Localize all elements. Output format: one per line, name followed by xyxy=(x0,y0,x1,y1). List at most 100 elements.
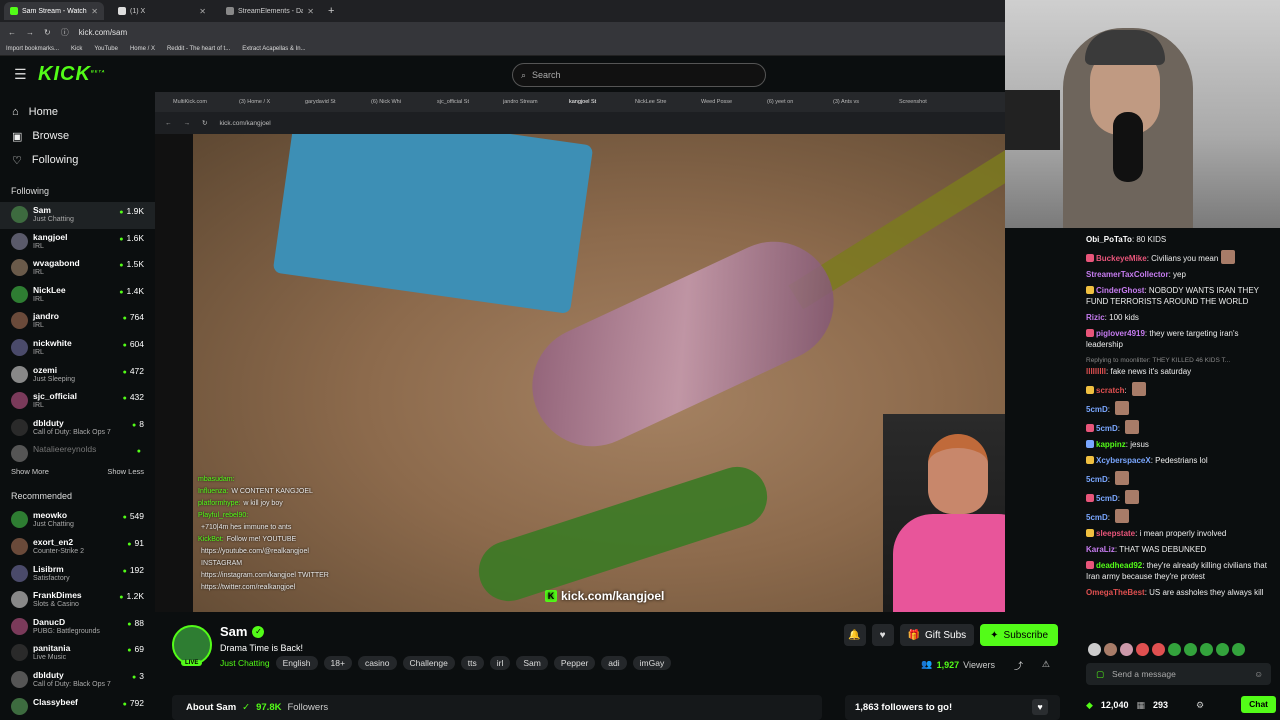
chat-username[interactable]: XcyberspaceX xyxy=(1096,456,1151,465)
bookmark[interactable]: Home / X xyxy=(130,46,155,52)
bookmark[interactable]: Import bookmarks... xyxy=(6,46,59,52)
show-more-button[interactable]: Show More xyxy=(11,467,49,481)
quick-emote[interactable] xyxy=(1200,643,1213,656)
tag-pill[interactable]: 18+ xyxy=(323,656,352,670)
tag-pill[interactable]: adi xyxy=(601,656,627,670)
sidebar-channel[interactable]: dbldut​yCall of Duty: Black Ops 78 xyxy=(0,415,155,442)
site-info-icon[interactable]: ⓘ xyxy=(61,27,69,38)
new-tab-icon[interactable]: + xyxy=(328,5,334,17)
tag-pill[interactable]: irl xyxy=(489,656,511,670)
url-text[interactable]: kick.com/sam xyxy=(79,28,127,37)
quick-emote[interactable] xyxy=(1184,643,1197,656)
sidebar-channel[interactable]: DanucDPUBG: Battlegrounds88 xyxy=(0,614,155,641)
quick-emote[interactable] xyxy=(1152,643,1165,656)
channel-name[interactable]: Sam ✓ xyxy=(220,624,265,639)
heart-icon[interactable]: ♥ xyxy=(1032,699,1048,715)
bookmark[interactable]: YouTube xyxy=(94,46,118,52)
reload-icon[interactable]: ↻ xyxy=(44,28,51,37)
quick-emote[interactable] xyxy=(1168,643,1181,656)
bookmark[interactable]: Reddit - The heart of t... xyxy=(167,46,230,52)
sidebar-channel[interactable]: jandroIRL764 xyxy=(0,308,155,335)
chat-username[interactable]: kappinz xyxy=(1096,440,1126,449)
sidebar-channel[interactable]: ozemiJust Sleeping472 xyxy=(0,362,155,389)
address-bar[interactable]: ← → ↻ ⓘ kick.com/sam xyxy=(0,22,1005,42)
sidebar-channel[interactable]: LisibrmSatisfactory192 xyxy=(0,561,155,588)
sidebar-channel[interactable]: meowkoJust Chatting549 xyxy=(0,507,155,534)
chat-username[interactable]: OmegaTheBest xyxy=(1086,588,1145,597)
tag-pill[interactable]: casino xyxy=(357,656,397,670)
chat-username[interactable]: KaraLiz xyxy=(1086,545,1115,554)
sidebar-channel[interactable]: panitaniaLive Music69 xyxy=(0,640,155,667)
category-link[interactable]: Just Chatting xyxy=(220,658,270,668)
forward-icon[interactable]: → xyxy=(26,28,34,37)
tag-pill[interactable]: Pepper xyxy=(553,656,596,670)
nav-home[interactable]: ⌂ Home xyxy=(0,100,155,124)
sidebar-channel[interactable]: FrankDimesSlots & Casino1.2K xyxy=(0,587,155,614)
chat-username[interactable]: Obi_PoTaTo xyxy=(1086,235,1132,244)
sidebar-channel[interactable]: Natalieereynolds xyxy=(0,441,155,463)
sidebar-channel[interactable]: kangjoelIRL1.6K xyxy=(0,229,155,256)
chat-username[interactable]: piglover4919 xyxy=(1096,329,1145,338)
follow-heart-icon[interactable]: ♥ xyxy=(871,624,894,646)
sidebar-channel[interactable]: NickLeeIRL1.4K xyxy=(0,282,155,309)
tag-pill[interactable]: imGay xyxy=(632,656,672,670)
back-icon[interactable]: ← xyxy=(8,28,16,37)
sidebar-channel[interactable]: nickwhiteIRL604 xyxy=(0,335,155,362)
chat-username[interactable]: 5cmD xyxy=(1086,475,1108,484)
browser-tab[interactable]: StreamElements - Dashboard✕ xyxy=(220,2,320,20)
menu-icon[interactable]: ☰ xyxy=(14,66,27,83)
bookmark[interactable]: Extract Acapellas & In... xyxy=(242,46,305,52)
quick-emote[interactable] xyxy=(1088,643,1101,656)
show-less-button[interactable]: Show Less xyxy=(107,467,144,481)
chat-username[interactable]: 5cmD xyxy=(1086,405,1108,414)
video-player[interactable]: MultiKick.com (3) Home / X garydavid St (6)… xyxy=(155,92,1005,612)
chat-username[interactable]: 5cmD xyxy=(1086,513,1108,522)
chat-username[interactable]: StreamerTaxCollector xyxy=(1086,270,1169,279)
sidebar-channel[interactable]: exort_en2Counter-Strike 291 xyxy=(0,534,155,561)
bell-icon[interactable]: 🔔 xyxy=(843,624,866,646)
chat-username[interactable]: deadhead92 xyxy=(1096,561,1142,570)
emoji-icon[interactable]: ☺ xyxy=(1254,669,1263,680)
chat-username[interactable]: 5cmD xyxy=(1096,494,1118,503)
quick-emote[interactable] xyxy=(1216,643,1229,656)
tag-pill[interactable]: Sam xyxy=(516,656,548,670)
chat-input[interactable]: ▢ Send a message ☺ xyxy=(1086,663,1271,685)
bookmark[interactable]: Kick xyxy=(71,46,82,52)
close-icon[interactable]: ✕ xyxy=(199,7,206,16)
nav-following[interactable]: ♡ Following xyxy=(0,148,155,172)
sidebar-channel[interactable]: Classybeef792 xyxy=(0,694,155,720)
chat-username[interactable]: CinderGhost xyxy=(1096,286,1144,295)
sidebar-channel[interactable]: dbldut​yCall of Duty: Black Ops 73 xyxy=(0,667,155,694)
quick-emote[interactable] xyxy=(1120,643,1133,656)
browser-tab[interactable]: (1) X ✕ xyxy=(112,2,212,20)
avatar[interactable] xyxy=(172,625,212,665)
close-icon[interactable]: ✕ xyxy=(91,7,98,16)
subscribe-button[interactable]: ✦ Subscribe xyxy=(980,624,1058,646)
close-icon[interactable]: ✕ xyxy=(307,7,314,16)
gift-subs-button[interactable]: 🎁 Gift Subs xyxy=(899,624,975,646)
tag-pill[interactable]: English xyxy=(275,656,318,670)
chat-send-button[interactable]: Chat xyxy=(1241,696,1276,713)
search-input[interactable]: ⌕ Search xyxy=(512,63,766,87)
quick-emote[interactable] xyxy=(1136,643,1149,656)
chat-username[interactable]: sleepstate xyxy=(1096,529,1135,538)
report-icon[interactable]: ⚠ xyxy=(1042,659,1050,670)
settings-icon[interactable]: ⚙ xyxy=(1196,700,1204,711)
kick-logo[interactable]: KICKBETA xyxy=(38,63,105,86)
share-icon[interactable]: ⤴ xyxy=(1014,659,1023,672)
video-frame[interactable]: mbasudam: Influenza: W CONTENT KANGJOEL pla… xyxy=(193,134,1005,612)
chat-username[interactable]: lllllllll xyxy=(1086,367,1106,376)
sidebar-channel[interactable]: sjc_officialIRL432 xyxy=(0,388,155,415)
chat-username[interactable]: BuckeyeMike xyxy=(1096,254,1147,263)
chat-username[interactable]: 5cmD xyxy=(1096,424,1118,433)
tag-pill[interactable]: Challenge xyxy=(402,656,455,670)
sidebar-channel[interactable]: SamJust Chatting1.9K xyxy=(0,202,155,229)
tag-pill[interactable]: tts xyxy=(460,656,484,670)
quick-emote[interactable] xyxy=(1104,643,1117,656)
chat-username[interactable]: scratch xyxy=(1096,386,1124,395)
nav-browse[interactable]: ▣ Browse xyxy=(0,124,155,148)
chat-username[interactable]: Rizic xyxy=(1086,313,1105,322)
quick-emote[interactable] xyxy=(1232,643,1245,656)
sidebar-channel[interactable]: wvagabondIRL1.5K xyxy=(0,255,155,282)
browser-tab[interactable]: Sam Stream - Watch Live on Ki ✕ xyxy=(4,2,104,20)
